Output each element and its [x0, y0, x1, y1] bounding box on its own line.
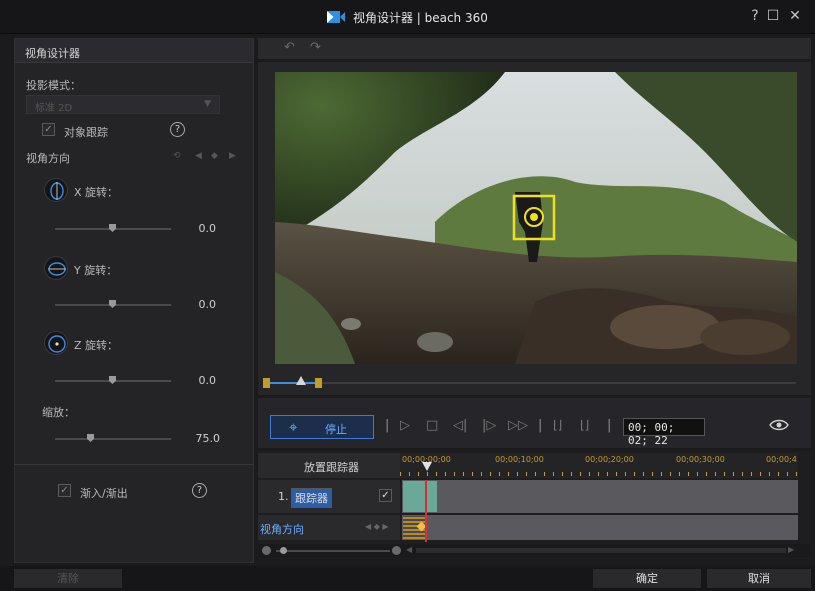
timeline-scrollbar[interactable] — [416, 548, 786, 553]
view-direction-track-label: 视角方向 — [260, 523, 304, 536]
maximize-button[interactable]: ☐ — [764, 8, 782, 24]
x-rotation-icon — [44, 178, 68, 202]
crosshair-icon: ⌖ — [289, 418, 298, 436]
stop-icon[interactable]: □ — [426, 418, 438, 433]
track-number: 1. — [278, 490, 289, 503]
timeline-playhead-handle[interactable] — [422, 462, 432, 471]
title-bar: 视角设计器 | beach 360 ? ☐ ✕ — [0, 0, 815, 34]
ruler-ticks — [400, 472, 798, 476]
zoom-label: 缩放： — [42, 406, 75, 419]
add-keyframe-icon[interactable]: ◆ — [211, 151, 218, 161]
z-rotation-icon — [44, 331, 68, 355]
zoom-in-icon[interactable] — [392, 546, 401, 555]
prev-frame-icon[interactable]: ◁| — [453, 418, 467, 433]
preview-scrubber-track[interactable] — [264, 382, 796, 384]
separator: | — [538, 418, 543, 433]
timeline-ruler[interactable]: 00;00;00;00 00;00;10;00 00;00;20;00 00;0… — [400, 453, 798, 478]
fade-help-icon[interactable]: ? — [192, 483, 207, 498]
view-direction-track-header: 视角方向 ◀ ◆ ▶ — [258, 515, 400, 540]
prev-keyframe-icon[interactable]: ◀ — [195, 151, 202, 161]
keyframe-nav-icons[interactable]: ◀ ◆ ▶ — [365, 522, 389, 531]
view-designer-panel: 视角设计器 — [14, 38, 254, 563]
tracker-clip[interactable] — [403, 481, 437, 512]
next-keyframe-icon[interactable]: ▶ — [229, 151, 236, 161]
window-title: 视角设计器 | beach 360 — [352, 11, 488, 25]
track-1-header: 1. 跟踪器 ✓ — [258, 480, 400, 513]
view-direction-track-lane[interactable] — [402, 515, 798, 540]
fast-forward-icon[interactable]: ▷▷ — [508, 418, 528, 433]
x-rotation-value[interactable]: 0.0 — [176, 222, 217, 235]
object-tracking-label: 对象跟踪 — [64, 126, 108, 139]
z-rotation-label: Z 旋转： — [74, 339, 119, 352]
next-frame-icon[interactable]: |▷ — [482, 418, 496, 433]
ruler-tick-label: 00;00;30;00 — [676, 455, 725, 464]
play-icon[interactable]: ▷ — [400, 418, 410, 433]
window-title-area: 视角设计器 | beach 360 — [0, 9, 815, 26]
ruler-tick-label: 00;00;10;00 — [495, 455, 544, 464]
range-end-handle[interactable] — [315, 378, 322, 388]
preview-range-fill — [268, 382, 318, 384]
z-rotation-value[interactable]: 0.0 — [176, 374, 217, 387]
scroll-right-icon[interactable]: ▶ — [788, 545, 794, 554]
video-preview[interactable] — [275, 72, 797, 364]
timeline-zoom-thumb[interactable] — [280, 547, 287, 554]
x-rotation-label: X 旋转： — [74, 186, 119, 199]
clear-button[interactable]: 清除 — [14, 569, 122, 588]
app-logo-icon — [327, 11, 346, 23]
track-name-field[interactable]: 跟踪器 — [291, 488, 332, 508]
help-button[interactable]: ? — [746, 8, 764, 24]
stop-label: 停止 — [325, 423, 347, 436]
stop-tracking-button[interactable]: ⌖ 停止 — [270, 415, 374, 439]
ruler-tick-label: 00;00;4 — [766, 455, 797, 464]
preview-playhead[interactable] — [296, 376, 306, 385]
fade-label: 渐入/渐出 — [80, 487, 128, 500]
scroll-left-icon[interactable]: ◀ — [406, 545, 412, 554]
zoom-slider[interactable] — [55, 438, 171, 440]
track-enable-checkbox[interactable]: ✓ — [379, 489, 392, 502]
timeline-playhead-line — [425, 480, 427, 542]
range-start-handle[interactable] — [263, 378, 270, 388]
y-rotation-icon — [44, 256, 68, 280]
object-tracking-checkbox[interactable]: ✓ — [42, 123, 55, 136]
reset-keyframe-icon[interactable]: ⟲ — [173, 151, 181, 161]
tracker-track-lane[interactable] — [402, 480, 798, 513]
mark-in-icon[interactable]: ⌊⌋ — [553, 418, 562, 432]
cancel-button[interactable]: 取消 — [707, 569, 811, 588]
place-tracker-cell: 放置跟踪器 — [258, 453, 400, 478]
projection-mode-value: 标准 2D — [35, 103, 73, 114]
zoom-out-icon[interactable] — [262, 546, 271, 555]
projection-mode-select[interactable]: 标准 2D ▼ — [26, 95, 220, 114]
separator: | — [385, 418, 390, 433]
divider — [15, 464, 253, 465]
y-rotation-value[interactable]: 0.0 — [176, 298, 217, 311]
ok-button[interactable]: 确定 — [593, 569, 701, 588]
mark-out-icon[interactable]: ⌊⌋ — [580, 418, 589, 432]
y-rotation-label: Y 旋转： — [74, 264, 118, 277]
close-button[interactable]: ✕ — [786, 8, 804, 24]
ruler-tick-label: 00;00;20;00 — [585, 455, 634, 464]
timecode-display[interactable]: 00; 00; 02; 22 — [623, 418, 705, 447]
chevron-down-icon: ▼ — [204, 99, 211, 109]
view-direction-label: 视角方向 — [26, 152, 70, 165]
undo-icon[interactable]: ↶ — [284, 40, 295, 55]
place-tracker-button[interactable]: 放置跟踪器 — [304, 459, 359, 475]
fade-checkbox[interactable]: ✓ — [58, 484, 71, 497]
redo-icon[interactable]: ↷ — [310, 40, 321, 55]
separator: | — [607, 418, 612, 433]
panel-header: 视角设计器 — [15, 39, 253, 63]
timeline-zoom-slider[interactable] — [276, 550, 390, 552]
edit-toolbar: ↶ ↷ — [258, 38, 811, 59]
video-frame-image — [275, 72, 797, 364]
preview-view-icon[interactable] — [768, 417, 790, 433]
projection-mode-label: 投影模式： — [26, 79, 81, 92]
object-tracking-help-icon[interactable]: ? — [170, 122, 185, 137]
zoom-value[interactable]: 75.0 — [180, 432, 221, 445]
